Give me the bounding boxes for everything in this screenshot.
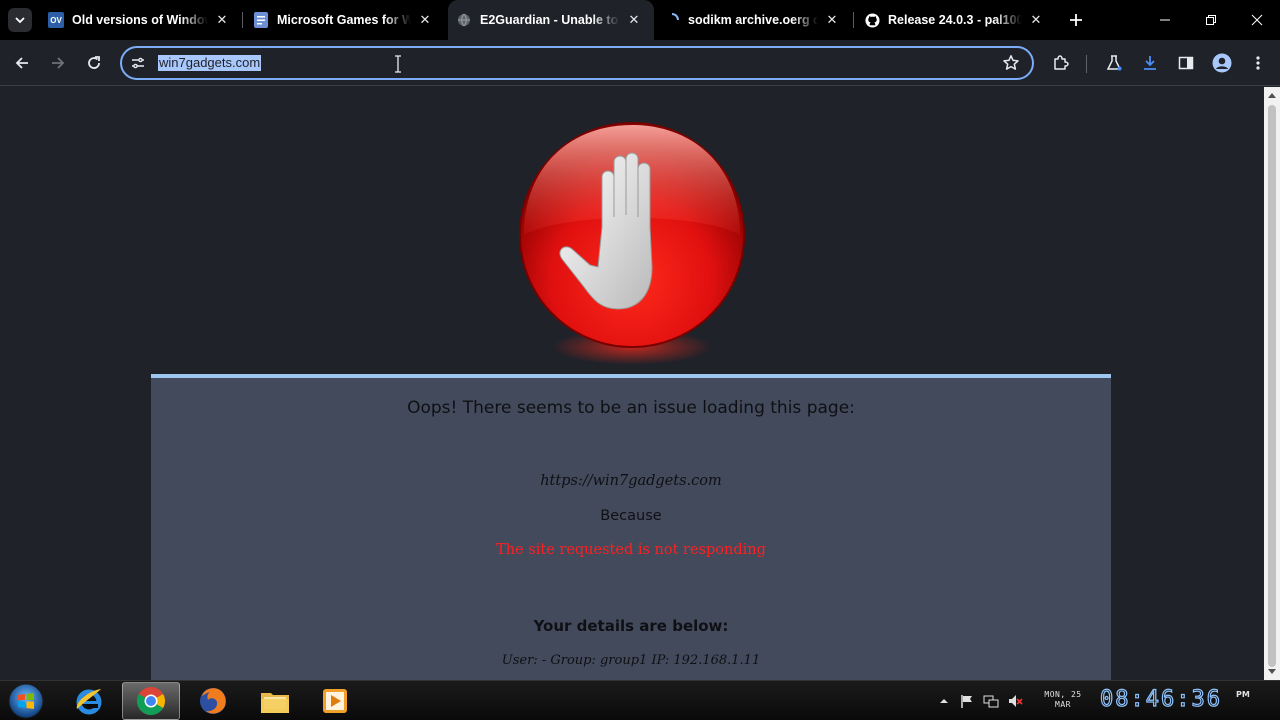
side-panel-icon: [1178, 56, 1194, 70]
address-bar[interactable]: win7gadgets.com: [120, 46, 1034, 80]
taskbar-file-explorer[interactable]: [246, 682, 304, 720]
close-icon[interactable]: ✕: [626, 12, 642, 28]
close-window-button[interactable]: [1234, 0, 1280, 40]
side-panel-button[interactable]: [1172, 49, 1200, 77]
tab-title: E2Guardian - Unable to: [480, 13, 619, 27]
tab-old-versions[interactable]: OV Old versions of Windows ✕: [40, 0, 242, 40]
menu-button[interactable]: [1244, 49, 1272, 77]
tab-divider: [853, 12, 854, 28]
tab-e2guardian[interactable]: E2Guardian - Unable to ✕: [448, 0, 654, 40]
text-cursor-icon: [395, 55, 401, 73]
puzzle-icon: [1054, 55, 1069, 70]
tab-microsoft-games[interactable]: Microsoft Games for Wi ✕: [245, 0, 445, 40]
url-text[interactable]: win7gadgets.com: [158, 55, 262, 71]
arrow-left-icon: [15, 57, 28, 69]
tab-title: Microsoft Games for Wi: [277, 13, 411, 27]
network-icon[interactable]: [983, 693, 999, 709]
minimize-button[interactable]: [1142, 0, 1188, 40]
error-panel: Oops! There seems to be an issue loading…: [151, 374, 1111, 680]
flask-icon: [1106, 55, 1122, 71]
close-icon[interactable]: ✕: [1028, 12, 1044, 28]
taskbar-firefox[interactable]: [184, 682, 242, 720]
requested-url: https://win7gadgets.com: [540, 473, 722, 489]
media-player-icon: [323, 689, 347, 713]
taskbar-chrome[interactable]: [122, 682, 180, 720]
user-details-line: User: - Group: group1 IP: 192.168.1.11: [501, 653, 761, 668]
minimize-icon: [1160, 19, 1170, 21]
date-month: MAR: [1055, 700, 1071, 709]
browser-toolbar: win7gadgets.com: [0, 40, 1280, 86]
tab-sodikm-archive[interactable]: sodikm archive.oerg dov ✕: [656, 0, 852, 40]
labs-button[interactable]: [1100, 49, 1128, 77]
close-icon[interactable]: ✕: [214, 12, 230, 28]
avatar-icon: [1212, 53, 1232, 73]
close-icon: [1251, 14, 1263, 26]
date-display[interactable]: MON, 25 MAR: [1036, 690, 1090, 710]
web-page-content: Oops! There seems to be an issue loading…: [0, 87, 1264, 680]
document-favicon-icon: [253, 12, 269, 28]
file-explorer-icon: [261, 693, 289, 713]
close-icon[interactable]: ✕: [417, 12, 433, 28]
forward-button[interactable]: [44, 49, 72, 77]
start-button[interactable]: [6, 682, 46, 720]
tab-divider: [242, 12, 243, 28]
reload-icon: [88, 56, 100, 69]
reload-button[interactable]: [80, 49, 108, 77]
error-heading: Oops! There seems to be an issue loading…: [407, 398, 855, 418]
download-icon: [1144, 56, 1156, 70]
scrollbar-thumb[interactable]: [1268, 105, 1276, 667]
downloads-button[interactable]: [1136, 49, 1164, 77]
windows-taskbar: MON, 25 MAR 08:46:36 PM: [0, 680, 1280, 720]
clock-time[interactable]: 08:46:36: [1099, 687, 1222, 712]
plus-icon: [1070, 14, 1082, 26]
error-reason: The site requested is not responding: [496, 542, 766, 558]
loading-spinner-icon: [664, 12, 680, 28]
firefox-icon: [200, 688, 226, 714]
bookmark-star-icon[interactable]: [1002, 54, 1020, 72]
tab-release[interactable]: Release 24.0.3 - pal1000 ✕: [856, 0, 1056, 40]
site-settings-icon[interactable]: [130, 55, 146, 71]
restore-icon: [1206, 15, 1216, 25]
globe-favicon-icon: [456, 12, 472, 28]
details-heading: Your details are below:: [533, 617, 729, 635]
extensions-button[interactable]: [1047, 49, 1075, 77]
taskbar-media-player[interactable]: [306, 682, 364, 720]
because-label: Because: [600, 508, 662, 524]
vertical-scrollbar[interactable]: [1264, 87, 1280, 680]
tab-strip: OV Old versions of Windows ✕ Microsoft G…: [0, 0, 1280, 40]
tab-search-button[interactable]: [8, 8, 32, 32]
chrome-icon: [137, 687, 165, 715]
close-icon[interactable]: ✕: [824, 12, 840, 28]
clock-ampm: PM: [1236, 690, 1250, 699]
tab-title: Release 24.0.3 - pal1000: [888, 13, 1022, 27]
scroll-up-arrow-icon[interactable]: [1268, 93, 1276, 98]
tab-title: sodikm archive.oerg dov: [688, 13, 818, 27]
github-icon: [864, 12, 880, 28]
more-vertical-icon: [1256, 56, 1260, 70]
scroll-down-arrow-icon[interactable]: [1268, 669, 1276, 674]
internet-explorer-icon: [76, 689, 102, 715]
show-hidden-icons-arrow-icon[interactable]: [936, 693, 952, 709]
tab-title: Old versions of Windows: [72, 13, 208, 27]
chevron-down-icon: [15, 17, 25, 24]
restore-button[interactable]: [1188, 0, 1234, 40]
new-tab-button[interactable]: [1064, 8, 1088, 32]
volume-muted-icon[interactable]: [1007, 693, 1023, 709]
stop-hand-icon: [519, 122, 745, 365]
date-day: MON, 25: [1044, 690, 1082, 699]
ov-favicon-icon: OV: [48, 12, 64, 28]
toolbar-divider: [1086, 55, 1087, 73]
back-button[interactable]: [8, 49, 36, 77]
profile-button[interactable]: [1208, 49, 1236, 77]
arrow-right-icon: [52, 57, 65, 69]
action-center-flag-icon[interactable]: [959, 693, 975, 709]
taskbar-internet-explorer[interactable]: [60, 682, 118, 720]
